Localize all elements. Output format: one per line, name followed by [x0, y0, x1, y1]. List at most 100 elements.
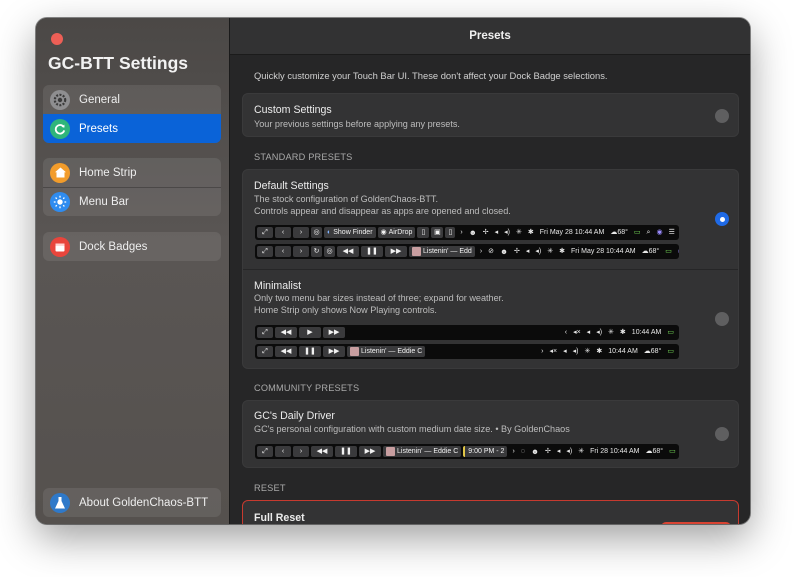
window-icon: ▯	[417, 227, 430, 238]
expand-icon: ⤢	[257, 227, 273, 238]
volume-up-icon: ◂)	[504, 229, 510, 236]
chevron-icon: ›	[541, 348, 544, 355]
full-reset-card: Full Reset	[242, 500, 739, 524]
volume-down-icon: ◂	[494, 229, 499, 236]
fast-forward-icon: ▶▶	[385, 246, 407, 257]
siri-icon: ◉	[656, 229, 663, 236]
date-time-text: Fri May 28 10:44 AM	[539, 229, 605, 236]
volume-up-icon: ◂)	[596, 329, 603, 336]
sidebar-group-touchbar: Home Strip Menu Bar	[43, 158, 221, 216]
volume-up-icon: ◂)	[566, 448, 573, 455]
calendar-icon	[50, 236, 70, 257]
menu-icon: ☰	[668, 229, 675, 236]
weather-icon: ☁68°	[645, 448, 664, 455]
rewind-icon: ◀◀	[311, 446, 333, 457]
preset-title: Minimalist	[254, 280, 302, 292]
airdrop-key: ◉ AirDrop	[377, 227, 416, 238]
emoji-icon: ☻	[468, 227, 477, 237]
preset-default-row[interactable]: Default Settings The stock configuration…	[243, 170, 738, 269]
mute-icon: ◂×	[573, 329, 581, 336]
sidebar-item-about[interactable]: About GoldenChaos-BTT	[43, 488, 221, 517]
date-time-text: Fri May 28 10:44 AM	[571, 248, 636, 255]
expand-icon: ⤢	[257, 446, 273, 457]
preset-title: GC's Daily Driver	[254, 410, 335, 422]
reset-button[interactable]	[661, 522, 731, 524]
flask-icon	[50, 492, 70, 513]
fast-forward-icon: ▶▶	[359, 446, 381, 457]
sidebar-item-label: About GoldenChaos-BTT	[79, 496, 209, 509]
reset-title: Full Reset	[254, 512, 305, 524]
preset-description: Controls appear and disappear as apps ar…	[254, 206, 511, 216]
battery-icon: ▭	[633, 229, 641, 236]
chevron-icon: ›	[460, 229, 463, 236]
title-bar: Presets	[230, 18, 750, 55]
sidebar-item-home-strip[interactable]: Home Strip	[43, 158, 221, 187]
brightness-icon: ✱	[596, 348, 603, 355]
now-playing-key: Listenin' — Edd	[409, 246, 475, 257]
volume-down-icon: ◂	[563, 348, 567, 355]
album-art	[412, 247, 421, 256]
rewind-icon: ◀◀	[337, 246, 359, 257]
volume-up-icon: ◂)	[572, 348, 579, 355]
pause-icon: ❚❚	[361, 246, 383, 257]
volume-down-icon: ◂	[586, 329, 591, 336]
touchbar-preview: ⤢ ◀◀ ▶ ▶▶ ‹ ◂× ◂ ◂) ✳ ✱ 10:44 AM ▭	[255, 325, 679, 340]
reload-icon: ↻	[311, 246, 322, 257]
date-time-text: Fri 28 10:44 AM	[590, 448, 640, 455]
preset-title: Custom Settings	[254, 104, 332, 116]
window-icon: ▣	[431, 227, 444, 238]
album-art	[386, 447, 395, 456]
preset-description: The stock configuration of GoldenChaos-B…	[254, 194, 438, 204]
chevron-icon: ›	[512, 448, 515, 455]
now-playing-key: Listenin' — Eddie C	[347, 346, 426, 357]
brightness-icon: ✢	[482, 229, 489, 236]
forward-icon: ›	[293, 246, 309, 257]
sidebar-item-dock-badges[interactable]: Dock Badges	[43, 232, 221, 261]
sidebar-group-about: About GoldenChaos-BTT	[43, 488, 221, 517]
preset-title: Default Settings	[254, 180, 329, 192]
back-icon: ‹	[275, 446, 291, 457]
battery-icon: ▭	[667, 329, 674, 336]
calendar-event-key: 9:00 PM - 2	[463, 446, 508, 457]
community-presets-card[interactable]: GC's Daily Driver GC's personal configur…	[242, 400, 739, 468]
window-close-button[interactable]	[51, 33, 63, 45]
preset-minimalist-row[interactable]: Minimalist Only two menu bar sizes inste…	[243, 270, 738, 368]
emoji-icon: ☻	[500, 246, 509, 256]
minimalist-radio[interactable]	[715, 312, 729, 326]
brightness-icon: ✢	[544, 448, 551, 455]
brightness-icon: ✢	[514, 248, 520, 255]
refresh-icon	[50, 118, 70, 139]
brightness-icon: ✳	[608, 329, 614, 336]
sidebar-item-general[interactable]: General	[43, 85, 221, 114]
touchbar-preview: ⤢ ‹ › ◀◀ ❚❚ ▶▶ Listenin' — Eddie C 9:00 …	[255, 444, 679, 459]
daily-driver-radio[interactable]	[715, 427, 729, 441]
fast-forward-icon: ▶▶	[323, 327, 345, 338]
weather-icon: ☁68°	[610, 229, 628, 236]
section-heading-standard: STANDARD PRESETS	[254, 152, 353, 162]
rewind-icon: ◀◀	[275, 327, 297, 338]
volume-down-icon: ◂	[556, 448, 561, 455]
dnd-icon: ◌	[520, 448, 525, 455]
app-title: GC-BTT Settings	[48, 53, 188, 73]
custom-settings-card[interactable]: Custom Settings Your previous settings b…	[242, 93, 739, 137]
brightness-icon: ✳	[547, 248, 554, 255]
page-title: Presets	[469, 30, 511, 42]
sidebar-item-label: Presets	[79, 122, 118, 135]
default-settings-radio[interactable]	[715, 212, 729, 226]
brightness-icon: ✱	[559, 248, 566, 255]
rewind-icon: ◀◀	[275, 346, 297, 357]
back-icon: ‹	[275, 227, 291, 238]
volume-down-icon: ◂	[525, 248, 530, 255]
gear-icon	[50, 89, 70, 110]
fast-forward-icon: ▶▶	[323, 346, 345, 357]
touchbar-preview: ⤢ ‹ › ↻ ◎ ◀◀ ❚❚ ▶▶ Listenin' — Edd › ⊘ ☻…	[255, 244, 679, 259]
dnd-icon: ⊘	[488, 248, 495, 255]
section-heading-reset: RESET	[254, 483, 286, 493]
custom-settings-radio[interactable]	[715, 109, 729, 123]
sidebar-item-presets[interactable]: Presets	[43, 114, 221, 143]
weather-icon: ☁68°	[643, 348, 662, 355]
album-art	[350, 347, 359, 356]
home-icon	[50, 162, 70, 183]
sidebar-item-menu-bar[interactable]: Menu Bar	[43, 187, 221, 216]
standard-presets-card: Default Settings The stock configuration…	[242, 169, 739, 369]
